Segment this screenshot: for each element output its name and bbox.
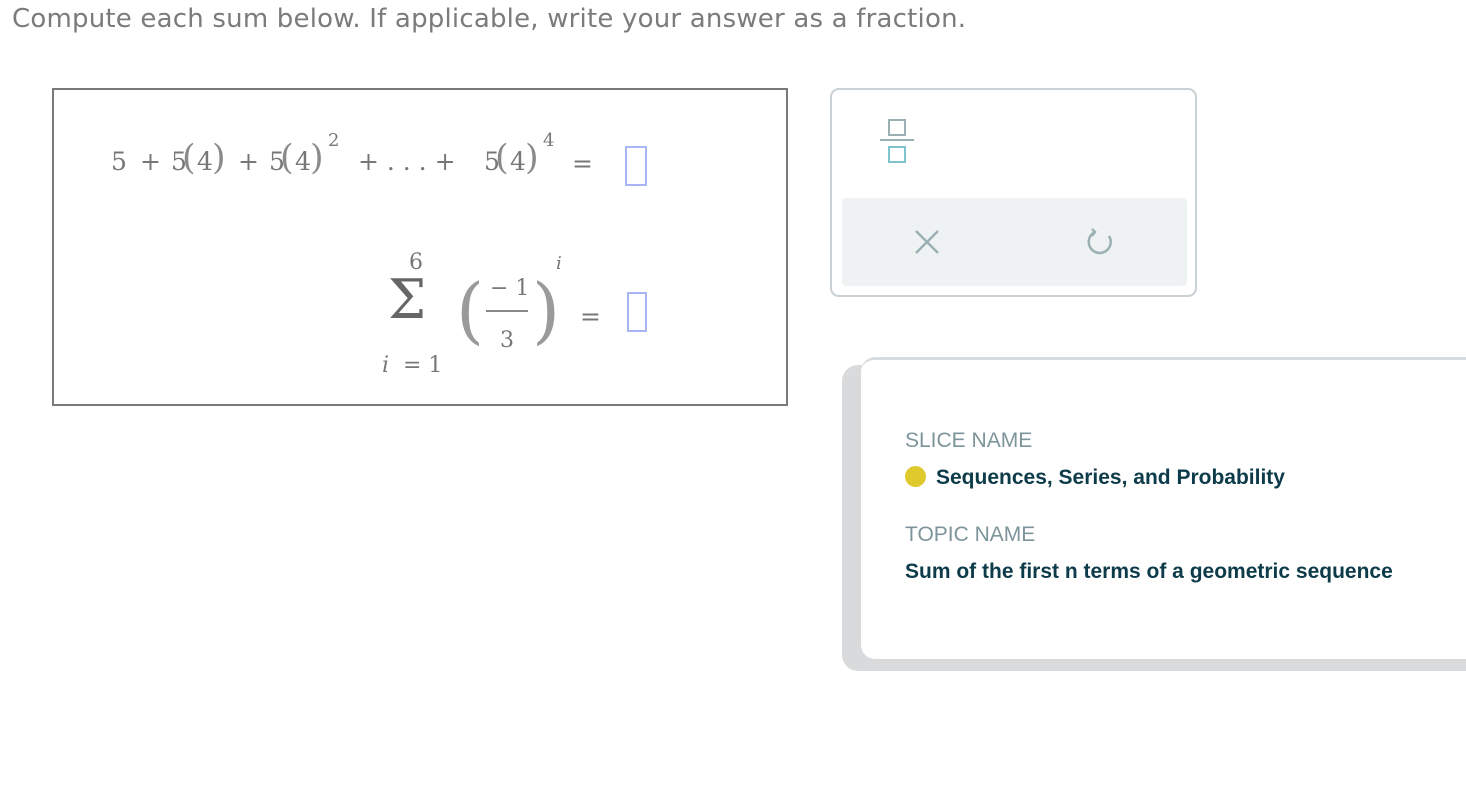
paren-open: ( [456, 268, 485, 352]
fraction-icon[interactable] [880, 116, 916, 174]
undo-icon[interactable] [1084, 226, 1116, 258]
close-icon[interactable] [911, 226, 943, 258]
paren-close: ) [525, 138, 539, 178]
info-card: SLICE NAME Sequences, Series, and Probab… [861, 357, 1466, 659]
slice-name: Sequences, Series, and Probability [936, 466, 1285, 489]
sum-exponent: i [556, 253, 562, 274]
paren-close: ) [310, 138, 324, 178]
base: 4 [295, 147, 311, 176]
fraction-bar [486, 310, 528, 312]
plus-sign: + [140, 147, 161, 176]
problem-panel: 5 + 5 ( 4 ) + 5 ( 4 ) 2 + . . . + 5 ( 4 … [52, 88, 788, 406]
sigma-symbol: Σ [388, 268, 427, 331]
numerator-slot [888, 119, 906, 136]
paren-close: ) [212, 138, 226, 178]
plus-sign: + [238, 147, 259, 176]
equals-sign: = [580, 302, 601, 331]
paren-open: ( [280, 138, 294, 178]
sigma-index-var: i [382, 353, 390, 378]
keypad-action-bar [842, 198, 1187, 286]
base: 4 [197, 147, 213, 176]
answer-input-2[interactable] [627, 292, 647, 332]
exponent-2: 2 [328, 130, 340, 151]
paren-open: ( [182, 138, 196, 178]
equals-sign: = [572, 149, 593, 178]
fraction-bar [880, 139, 914, 141]
topic-label: TOPIC NAME [905, 523, 1036, 546]
ellipsis: + . . . + [358, 147, 456, 176]
base: 4 [510, 147, 526, 176]
paren-open: ( [495, 138, 509, 178]
answer-input-1[interactable] [625, 146, 647, 186]
math-keypad [830, 88, 1197, 297]
denominator-slot [888, 146, 906, 163]
exponent-4: 4 [543, 130, 555, 151]
paren-close: ) [532, 268, 561, 352]
fraction-numerator: − 1 [490, 276, 530, 301]
topic-name: Sum of the first n terms of a geometric … [905, 560, 1393, 583]
term-1: 5 [111, 147, 127, 176]
slice-label: SLICE NAME [905, 429, 1033, 452]
fraction-denominator: 3 [500, 328, 514, 353]
slice-color-dot [905, 466, 926, 487]
instruction-text: Compute each sum below. If applicable, w… [12, 4, 967, 34]
sigma-lower-limit: = 1 [403, 353, 443, 378]
